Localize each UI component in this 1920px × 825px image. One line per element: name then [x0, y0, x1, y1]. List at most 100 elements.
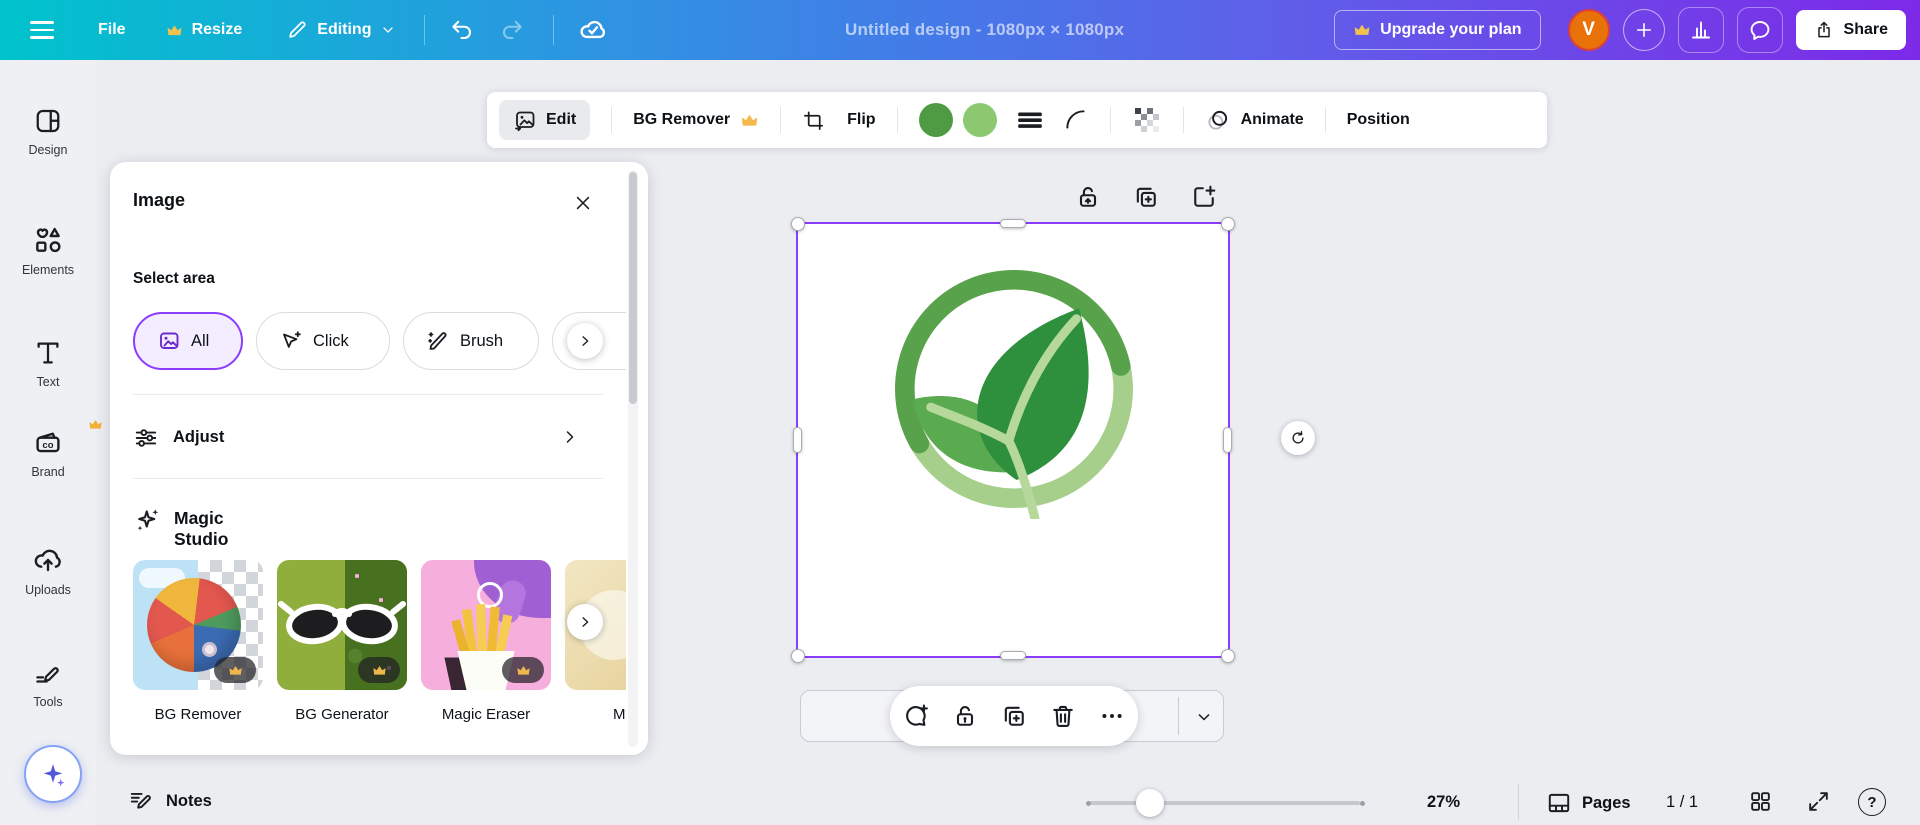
- crop-flip-group: Flip: [802, 109, 875, 132]
- share-button[interactable]: Share: [1796, 10, 1906, 50]
- sidebar-item-label: Design: [29, 143, 68, 157]
- card-label-bg-remover[interactable]: BG Remover: [133, 706, 263, 723]
- stroke-weight-icon[interactable]: [1015, 107, 1045, 133]
- selection-handle-bottom-right[interactable]: [1221, 649, 1235, 663]
- pro-badge: [358, 657, 400, 683]
- zoom-slider-thumb[interactable]: [1136, 789, 1164, 817]
- magic-studio-next-button[interactable]: [567, 604, 603, 640]
- comment-add-icon[interactable]: [902, 702, 930, 730]
- canva-editor: File Resize Editing: [0, 0, 1920, 825]
- zoom-slider-max-dot: [1360, 801, 1365, 806]
- card-label-bg-generator[interactable]: BG Generator: [277, 706, 407, 723]
- sidebar-item-elements[interactable]: Elements: [0, 224, 96, 277]
- selection-handle-top-left[interactable]: [791, 217, 805, 231]
- position-button[interactable]: Position: [1347, 111, 1410, 129]
- element-toolbar: [890, 686, 1138, 746]
- add-page-icon[interactable]: [1190, 183, 1218, 211]
- fill-color-swatch-light[interactable]: [963, 103, 997, 137]
- select-area-option-brush[interactable]: Brush: [403, 312, 539, 370]
- rotate-handle[interactable]: [1281, 421, 1315, 455]
- magic-studio-card-magic-eraser[interactable]: [421, 560, 551, 690]
- help-button[interactable]: ?: [1858, 788, 1886, 816]
- sidebar-item-design[interactable]: Design: [0, 106, 96, 157]
- fill-color-swatch-dark[interactable]: [919, 103, 953, 137]
- status-bar: Notes 27% Pages 1 / 1 ?: [0, 770, 1920, 825]
- undo-icon[interactable]: [449, 17, 475, 43]
- magic-studio-card-bg-remover[interactable]: [133, 560, 263, 690]
- unlock-icon[interactable]: [1074, 183, 1102, 211]
- select-area-next-button[interactable]: [567, 323, 603, 359]
- sidebar-item-tools[interactable]: Tools: [0, 658, 96, 709]
- pen-icon: [286, 19, 308, 41]
- toolbar-divider: [780, 107, 781, 133]
- document-title[interactable]: Untitled design - 1080px × 1080px: [845, 20, 1124, 40]
- top-bar: File Resize Editing: [0, 0, 1920, 60]
- card-label-partial[interactable]: M: [565, 706, 626, 723]
- image-icon: [513, 108, 537, 132]
- zoom-slider-track[interactable]: [1090, 801, 1360, 805]
- selection-handle-top[interactable]: [1000, 219, 1026, 228]
- animate-label: Animate: [1241, 111, 1304, 129]
- sidebar-item-text[interactable]: Text: [0, 338, 96, 389]
- menu-icon[interactable]: [30, 15, 60, 45]
- adjust-row[interactable]: Adjust: [110, 402, 626, 474]
- select-area-option-all[interactable]: All: [133, 312, 243, 370]
- add-design-button[interactable]: [1623, 9, 1665, 51]
- selection-handle-bottom[interactable]: [1000, 651, 1026, 660]
- notes-button[interactable]: Notes: [128, 788, 212, 814]
- crop-icon[interactable]: [802, 109, 825, 132]
- zoom-percent[interactable]: 27%: [1427, 793, 1460, 812]
- toolbar-divider: [1110, 107, 1111, 133]
- magic-studio-card-bg-generator[interactable]: [277, 560, 407, 690]
- insights-button[interactable]: [1678, 7, 1724, 53]
- selection-handle-bottom-left[interactable]: [791, 649, 805, 663]
- close-icon[interactable]: [569, 189, 597, 217]
- object-action-icons: [1074, 183, 1218, 211]
- sidebar-item-brand[interactable]: co Brand: [0, 426, 96, 479]
- object-panel-rail: Design Elements Text co: [0, 60, 96, 825]
- panel-divider: [133, 478, 603, 479]
- canvas-page[interactable]: [798, 224, 1228, 656]
- fullscreen-icon[interactable]: [1806, 789, 1831, 814]
- edit-tab[interactable]: Edit: [499, 100, 590, 140]
- pages-button[interactable]: Pages: [1546, 790, 1631, 816]
- chevron-down-icon[interactable]: [1190, 703, 1218, 731]
- corner-rounding-icon[interactable]: [1063, 107, 1089, 133]
- selection-handle-top-right[interactable]: [1221, 217, 1235, 231]
- crown-icon: [88, 417, 103, 432]
- editing-mode-button[interactable]: Editing: [286, 19, 396, 41]
- redo-icon[interactable]: [499, 17, 525, 43]
- animate-button[interactable]: Animate: [1205, 107, 1304, 133]
- lock-icon[interactable]: [951, 702, 979, 730]
- file-menu-button[interactable]: File: [98, 21, 126, 39]
- panel-scrollbar-thumb[interactable]: [629, 172, 637, 404]
- zoom-slider-min-dot: [1086, 801, 1091, 806]
- transparency-icon[interactable]: [1132, 105, 1162, 135]
- select-area-option-click[interactable]: Click: [256, 312, 390, 370]
- avatar[interactable]: V: [1568, 9, 1610, 51]
- status-bar-divider: [1518, 784, 1519, 820]
- comments-button[interactable]: [1737, 7, 1783, 53]
- resize-button[interactable]: Resize: [166, 21, 243, 39]
- selection-handle-left[interactable]: [793, 427, 802, 453]
- toolbar-divider: [1325, 107, 1326, 133]
- flip-button[interactable]: Flip: [847, 111, 875, 129]
- duplicate-icon[interactable]: [1132, 183, 1160, 211]
- leaf-logo-image[interactable]: [884, 259, 1144, 519]
- top-bar-right: Upgrade your plan V Share: [1334, 0, 1906, 60]
- sidebar-item-uploads[interactable]: Uploads: [0, 544, 96, 597]
- delete-icon[interactable]: [1049, 702, 1077, 730]
- select-area-option-label: All: [191, 332, 209, 351]
- more-options-icon[interactable]: [1098, 702, 1126, 730]
- selection-handle-right[interactable]: [1223, 427, 1232, 453]
- bg-remover-button[interactable]: BG Remover: [633, 111, 759, 130]
- sidebar-item-label: Tools: [33, 695, 62, 709]
- file-menu-label: File: [98, 21, 126, 39]
- upgrade-plan-button[interactable]: Upgrade your plan: [1334, 10, 1540, 50]
- card-label-magic-eraser[interactable]: Magic Eraser: [421, 706, 551, 723]
- image-edit-panel-content: Image Select area All Click Brush: [110, 162, 626, 755]
- image-edit-panel: Image Select area All Click Brush: [110, 162, 648, 755]
- duplicate-icon[interactable]: [1000, 702, 1028, 730]
- grid-view-icon[interactable]: [1748, 789, 1773, 814]
- upgrade-plan-label: Upgrade your plan: [1380, 21, 1521, 39]
